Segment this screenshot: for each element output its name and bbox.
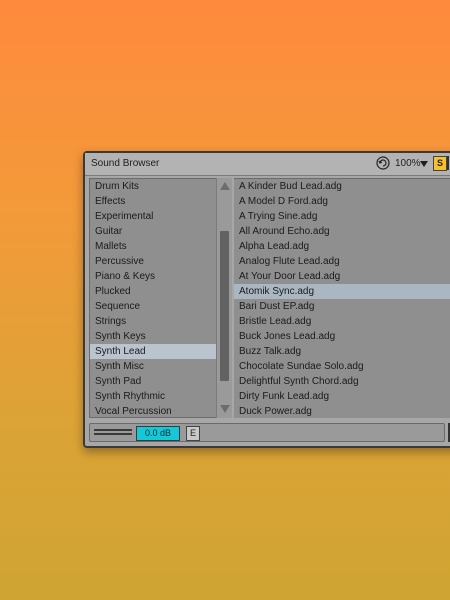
preview-bar: 0.0 dB E bbox=[89, 423, 445, 442]
category-item[interactable]: Percussive bbox=[90, 254, 230, 269]
window-edge-divider bbox=[447, 156, 449, 170]
category-item[interactable]: Synth Keys bbox=[90, 329, 230, 344]
file-item[interactable]: Bari Dust EP.adg bbox=[234, 299, 450, 314]
file-list: A Kinder Bud Lead.adg A Model D Ford.adg A… bbox=[234, 178, 450, 418]
category-item[interactable]: Synth Misc bbox=[90, 359, 230, 374]
arrow-down-icon[interactable] bbox=[220, 405, 230, 413]
file-item[interactable]: Dirty Funk Lead.adg bbox=[234, 389, 450, 404]
file-item[interactable]: Analog Flute Lead.adg bbox=[234, 254, 450, 269]
file-item[interactable]: A Kinder Bud Lead.adg bbox=[234, 179, 450, 194]
file-item[interactable]: At Your Door Lead.adg bbox=[234, 269, 450, 284]
zoom-level[interactable]: 100% bbox=[395, 158, 421, 169]
arrow-up-icon[interactable] bbox=[220, 182, 230, 190]
file-item[interactable]: A Trying Sine.adg bbox=[234, 209, 450, 224]
file-item[interactable]: Chocolate Sundae Solo.adg bbox=[234, 359, 450, 374]
file-item[interactable]: All Around Echo.adg bbox=[234, 224, 450, 239]
file-item[interactable]: Alpha Lead.adg bbox=[234, 239, 450, 254]
category-item[interactable]: Mallets bbox=[90, 239, 230, 254]
file-item[interactable]: Duck Power.adg bbox=[234, 404, 450, 418]
category-item[interactable]: Effects bbox=[90, 194, 230, 209]
category-item[interactable]: Synth Lead bbox=[90, 344, 230, 359]
solo-button[interactable]: S bbox=[433, 156, 447, 171]
scrollbar-thumb[interactable] bbox=[220, 231, 229, 381]
file-item[interactable]: Buzz Talk.adg bbox=[234, 344, 450, 359]
window-title: Sound Browser bbox=[91, 158, 160, 169]
file-item[interactable]: Bristle Lead.adg bbox=[234, 314, 450, 329]
file-item[interactable]: A Model D Ford.adg bbox=[234, 194, 450, 209]
category-scrollbar[interactable] bbox=[216, 178, 232, 418]
refresh-icon[interactable] bbox=[376, 156, 390, 170]
category-item[interactable]: Synth Pad bbox=[90, 374, 230, 389]
category-item[interactable]: Guitar bbox=[90, 224, 230, 239]
category-item[interactable]: Vocal Percussion bbox=[90, 404, 230, 417]
gain-field[interactable]: 0.0 dB bbox=[136, 426, 180, 441]
file-item[interactable]: Buck Jones Lead.adg bbox=[234, 329, 450, 344]
category-item[interactable]: Plucked bbox=[90, 284, 230, 299]
file-item[interactable]: Delightful Synth Chord.adg bbox=[234, 374, 450, 389]
category-item[interactable]: Piano & Keys bbox=[90, 269, 230, 284]
sound-browser-window: Sound Browser 100% S Drum Kits Effects Exp… bbox=[83, 151, 450, 448]
waveform-icon bbox=[94, 429, 132, 437]
file-item[interactable]: Atomik Sync.adg bbox=[234, 284, 450, 299]
category-list: Drum Kits Effects Experimental Guitar Mallet… bbox=[89, 178, 231, 418]
category-item[interactable]: Synth Rhythmic bbox=[90, 389, 230, 404]
category-item[interactable]: Sequence bbox=[90, 299, 230, 314]
chevron-down-icon[interactable] bbox=[420, 161, 428, 167]
e-button[interactable]: E bbox=[186, 426, 200, 441]
category-item[interactable]: Experimental bbox=[90, 209, 230, 224]
title-bar: Sound Browser 100% S bbox=[85, 153, 450, 176]
category-item[interactable]: Drum Kits bbox=[90, 179, 230, 194]
category-item[interactable]: Strings bbox=[90, 314, 230, 329]
